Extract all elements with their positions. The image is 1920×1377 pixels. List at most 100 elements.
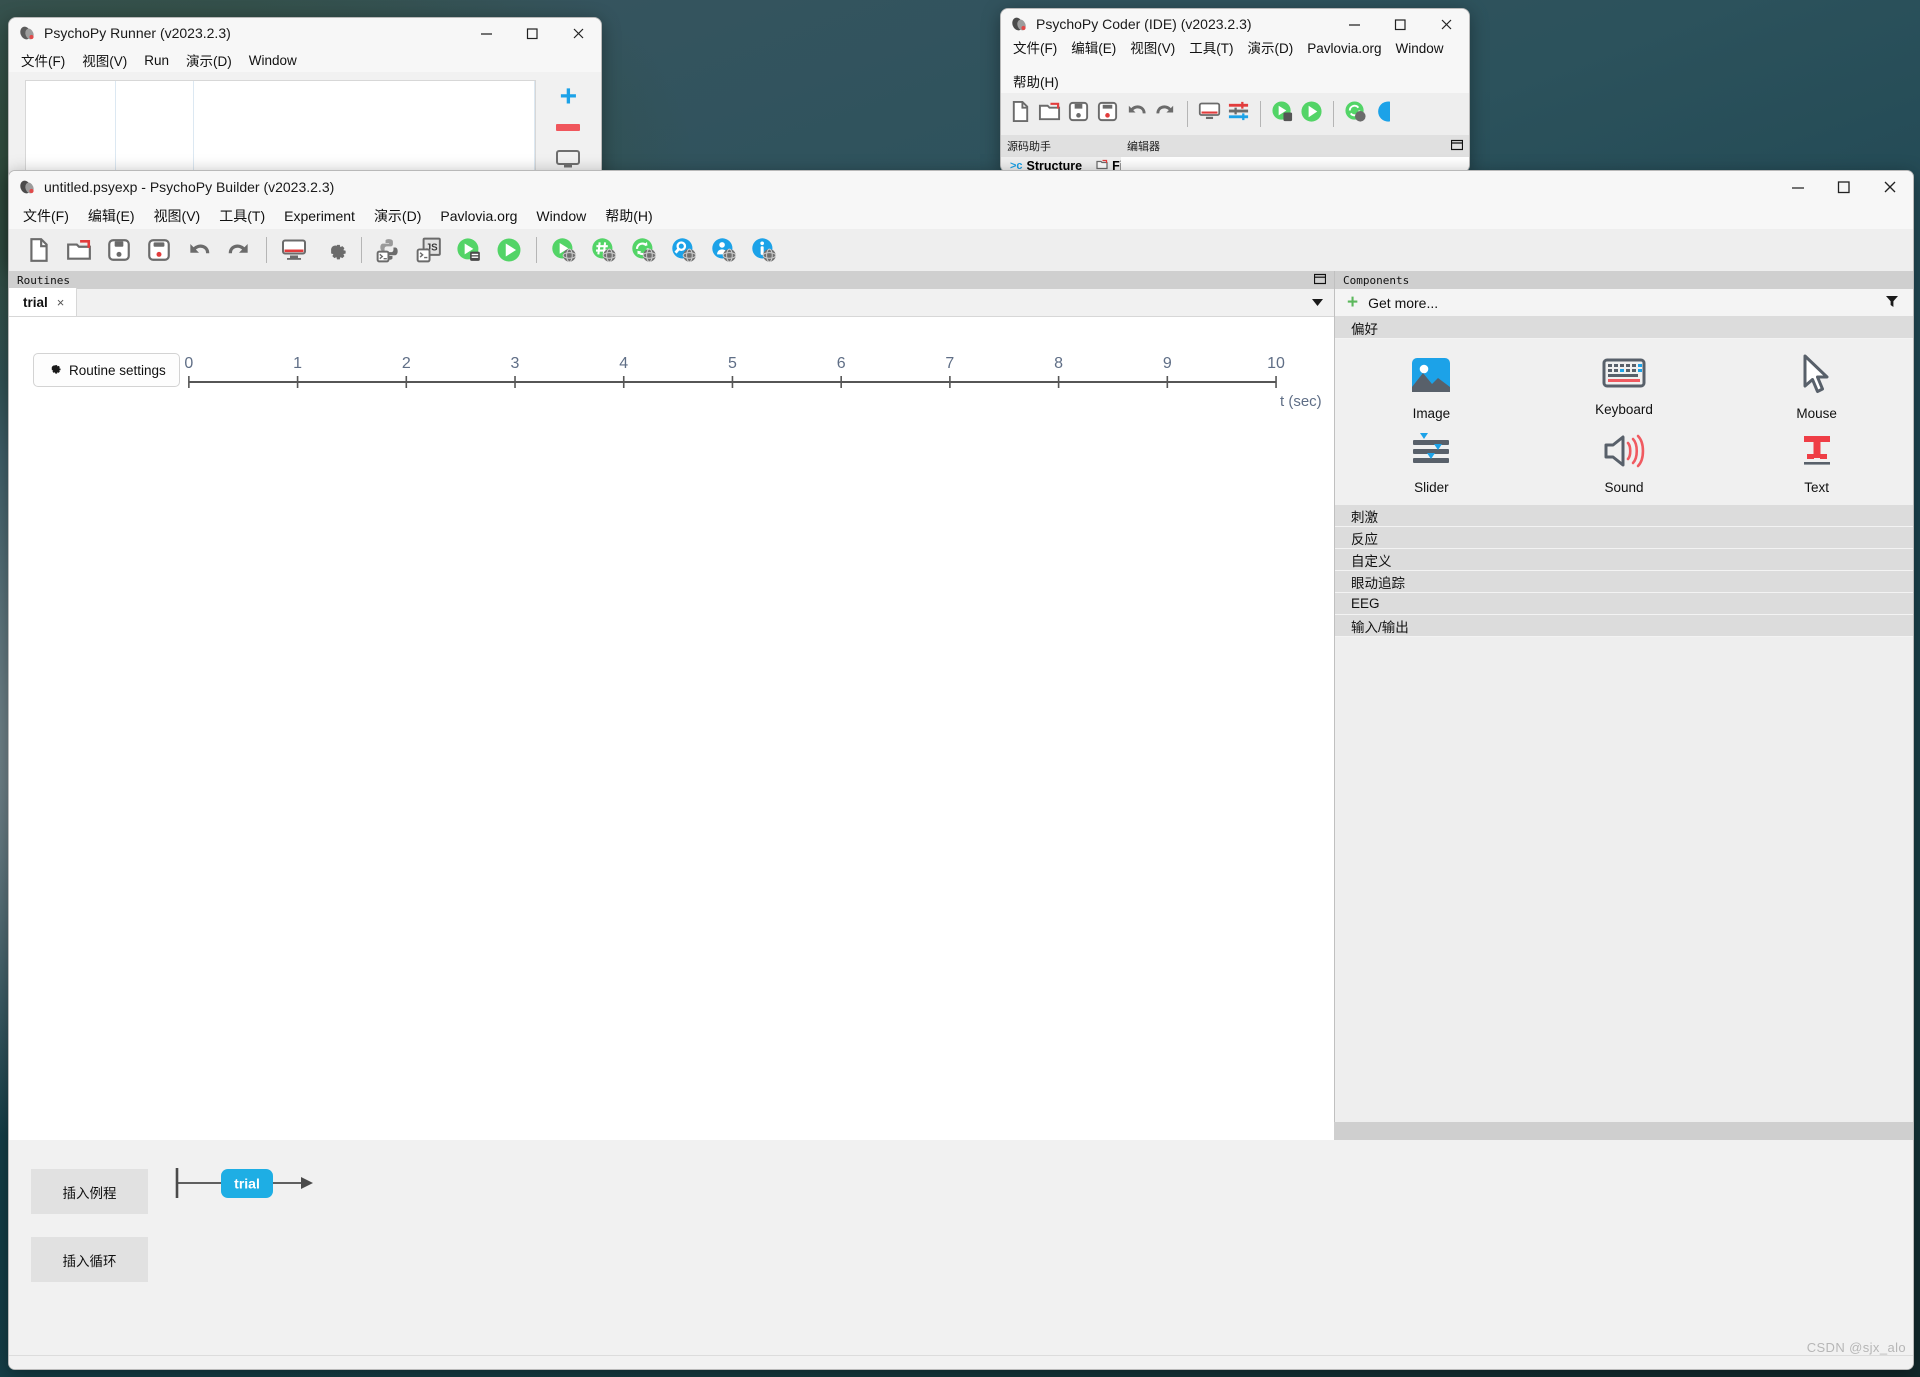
routine-timeline[interactable]: 0 1 2 3 4 5 6 7 8 9 10 t (sec) [9,317,1334,447]
component-group-header[interactable]: 反应 [1335,527,1913,549]
undo-icon[interactable] [179,230,219,270]
coder-window-buttons[interactable] [1331,9,1469,39]
component-item-image[interactable]: Image [1335,353,1528,421]
component-item-text[interactable]: Text [1720,431,1913,495]
source-assistant-pane[interactable]: 源码助手 >c Structure File [1001,135,1134,172]
component-group-header[interactable]: 自定义 [1335,549,1913,571]
editor-pane[interactable]: 编辑器 [1121,135,1469,172]
save-icon[interactable] [99,230,139,270]
redo-icon[interactable] [1154,100,1177,128]
minimize-icon[interactable] [463,18,509,48]
sync-online-icon[interactable] [624,230,664,270]
coder-toolbar[interactable] [1001,93,1469,135]
coder-menu-tools[interactable]: 工具(T) [1189,39,1233,59]
collapse-panel-icon[interactable] [1450,139,1464,154]
runner-menu-run[interactable]: Run [144,53,169,68]
funnel-icon[interactable] [1885,294,1899,311]
save-icon[interactable] [1067,100,1090,128]
maximize-icon[interactable] [509,18,555,48]
pilot-online-icon[interactable] [544,230,584,270]
routine-tabs[interactable]: trial × [9,288,1334,317]
chevron-down-icon[interactable] [1311,294,1324,312]
component-item-keyboard[interactable]: Keyboard [1528,353,1721,421]
minimize-icon[interactable] [1331,9,1377,39]
psychopy-coder-window[interactable]: PsychoPy Coder (IDE) (v2023.2.3) 文件(F) 编… [1000,8,1470,173]
coder-menu-window[interactable]: Window [1396,39,1444,59]
runner-menu-window[interactable]: Window [249,53,297,68]
run-runner-icon[interactable] [449,230,489,270]
flow-diagram[interactable]: trial [159,1150,399,1250]
close-icon[interactable] [1867,172,1913,202]
runner-window-buttons[interactable] [463,18,601,48]
compile-js-icon[interactable]: JS [409,230,449,270]
psychopy-builder-window[interactable]: untitled.psyexp - PsychoPy Builder (v202… [8,170,1914,1370]
builder-menubar[interactable]: 文件(F) 编辑(E) 视图(V) 工具(T) Experiment 演示(D)… [9,203,1913,229]
runner-menu-file[interactable]: 文件(F) [21,50,65,70]
info-pavlovia-icon[interactable] [744,230,784,270]
component-group-header[interactable]: 输入/输出 [1335,615,1913,637]
component-group-header[interactable]: 偏好 [1335,317,1913,339]
runner-menubar[interactable]: 文件(F) 视图(V) Run 演示(D) Window [9,48,601,72]
builder-menu-edit[interactable]: 编辑(E) [88,206,135,226]
component-item-mouse[interactable]: Mouse [1720,353,1913,421]
coder-menu-demos[interactable]: 演示(D) [1248,39,1294,59]
coder-menu-file[interactable]: 文件(F) [1013,39,1057,59]
builder-menu-file[interactable]: 文件(F) [23,206,69,226]
runner-menu-view[interactable]: 视图(V) [82,50,127,70]
component-group-header[interactable]: 刺激 [1335,505,1913,527]
builder-menu-demos[interactable]: 演示(D) [374,206,421,226]
save-as-icon[interactable] [1096,100,1119,128]
undo-icon[interactable] [1125,100,1148,128]
builder-window-buttons[interactable] [1775,172,1913,202]
component-item-sound[interactable]: Sound [1528,431,1721,495]
monitor-center-icon[interactable] [1198,100,1221,128]
flow-canvas[interactable]: 插入例程 插入循环 trial [9,1140,1913,1355]
search-pavlovia-icon[interactable] [1373,100,1399,128]
maximize-icon[interactable] [1821,172,1867,202]
component-group-header[interactable]: EEG [1335,593,1913,615]
component-item-slider[interactable]: Slider [1335,431,1528,495]
close-icon[interactable] [555,18,601,48]
add-icon[interactable]: + [560,82,578,112]
builder-menu-window[interactable]: Window [536,208,586,224]
runner-menu-demos[interactable]: 演示(D) [186,50,232,70]
experiment-settings-icon[interactable] [314,230,354,270]
close-icon[interactable]: × [57,295,65,310]
sync-project-icon[interactable] [584,230,624,270]
runner-task-list[interactable] [25,80,536,180]
new-file-icon[interactable] [19,230,59,270]
redo-icon[interactable] [219,230,259,270]
minimize-icon[interactable] [1775,172,1821,202]
get-more-row[interactable]: + Get more... [1335,289,1913,317]
new-file-icon[interactable] [1009,100,1032,128]
open-folder-icon[interactable] [1038,100,1061,128]
coder-menubar[interactable]: 文件(F) 编辑(E) 视图(V) 工具(T) 演示(D) Pavlovia.o… [1001,39,1469,93]
remove-icon[interactable] [556,124,581,131]
save-as-icon[interactable] [139,230,179,270]
insert-routine-button[interactable]: 插入例程 [31,1169,148,1214]
coder-menu-pavlovia[interactable]: Pavlovia.org [1307,39,1381,59]
run-icon[interactable] [489,230,529,270]
maximize-icon[interactable] [1377,9,1423,39]
compile-python-icon[interactable] [369,230,409,270]
monitor-center-icon[interactable] [274,230,314,270]
builder-menu-view[interactable]: 视图(V) [154,206,201,226]
builder-toolbar[interactable]: JS [9,229,1913,271]
run-icon[interactable] [1300,100,1323,128]
builder-menu-tools[interactable]: 工具(T) [219,206,265,226]
routine-canvas[interactable]: Routine settings 0 1 2 3 4 5 6 7 8 9 10 t (sec) [9,317,1334,1140]
coder-menu-view[interactable]: 视图(V) [1130,39,1175,59]
coder-menu-edit[interactable]: 编辑(E) [1071,39,1116,59]
run-runner-icon[interactable] [1271,100,1294,128]
routine-tab-trial[interactable]: trial × [9,288,78,316]
collapse-panel-icon[interactable] [1313,273,1327,288]
experiment-settings-icon[interactable] [1227,100,1250,128]
user-pavlovia-icon[interactable] [704,230,744,270]
insert-loop-button[interactable]: 插入循环 [31,1237,148,1282]
close-icon[interactable] [1423,9,1469,39]
coder-menu-help[interactable]: 帮助(H) [1013,73,1059,93]
builder-menu-pavlovia[interactable]: Pavlovia.org [440,208,517,224]
open-folder-icon[interactable] [59,230,99,270]
builder-menu-help[interactable]: 帮助(H) [605,206,652,226]
component-group-header[interactable]: 眼动追踪 [1335,571,1913,593]
